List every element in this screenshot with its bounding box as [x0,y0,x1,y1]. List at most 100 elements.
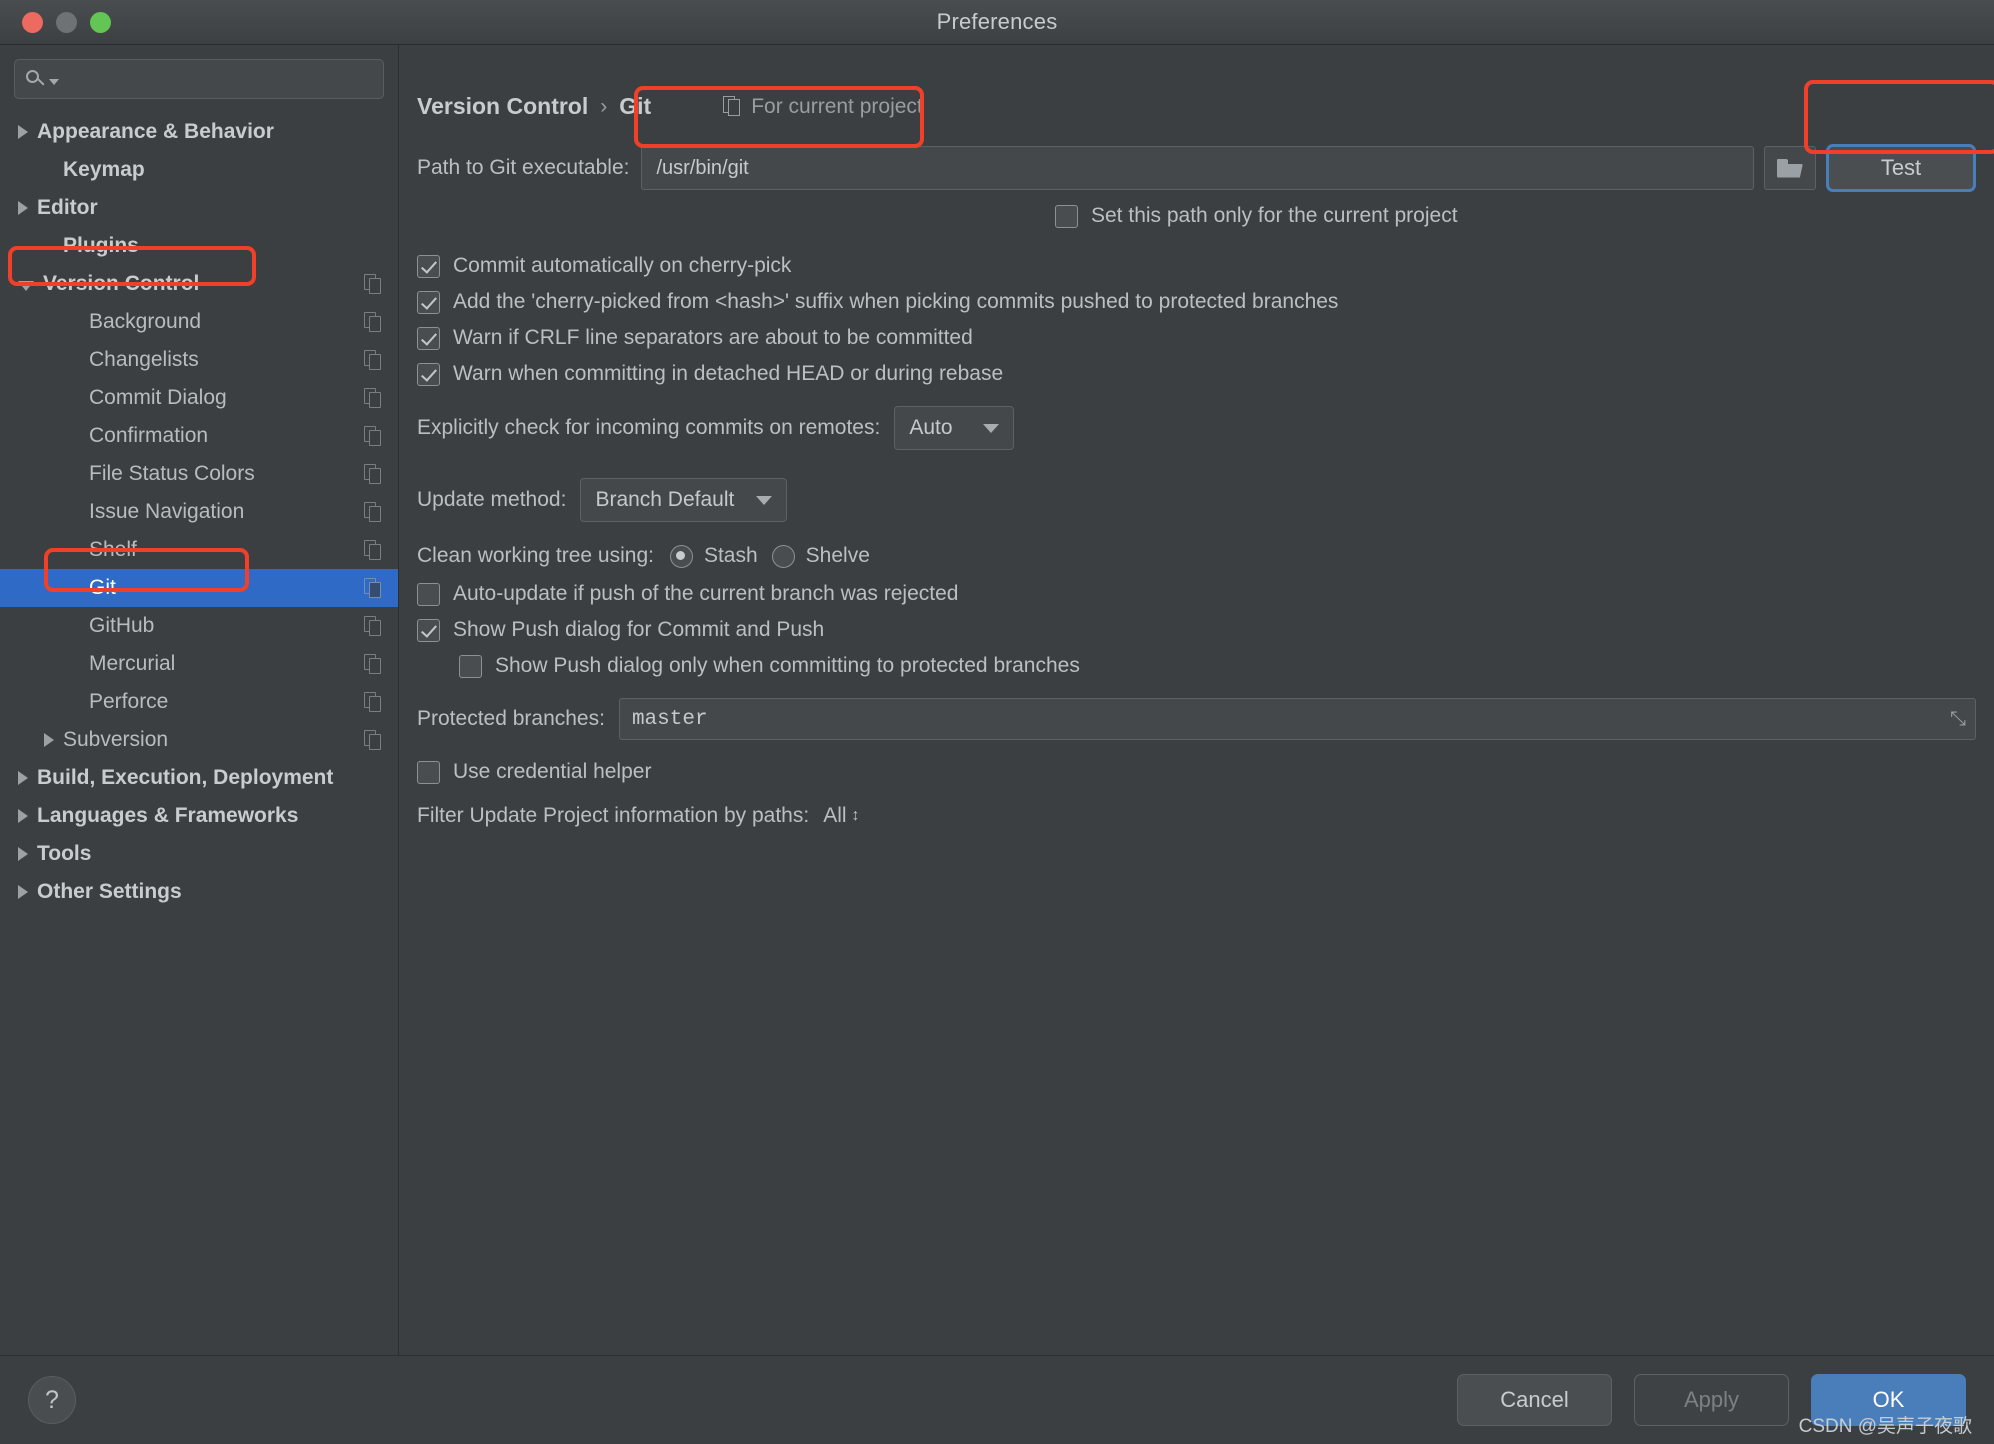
checkbox-indicator[interactable] [417,290,440,314]
cancel-button[interactable]: Cancel [1457,1374,1612,1426]
sidebar-item-appearance-behavior[interactable]: Appearance & Behavior [0,113,398,151]
chevron-right-icon[interactable] [18,201,28,215]
checkbox-indicator[interactable] [417,618,440,642]
sidebar-item-languages-frameworks[interactable]: Languages & Frameworks [0,797,398,835]
chevron-down-icon[interactable] [49,79,59,85]
sidebar-item-label: Plugins [63,234,139,257]
chevron-right-icon[interactable] [18,809,28,823]
copy-settings-icon[interactable] [364,388,382,408]
copy-settings-icon[interactable] [364,464,382,484]
checkbox-label: Show Push dialog only when committing to… [495,654,1080,677]
clean-tree-radio-stash[interactable]: Stash [669,544,772,568]
sidebar-item-label: Mercurial [89,652,176,675]
radio-shelve-label: Shelve [805,544,870,567]
sidebar-item-file-status-colors[interactable]: File Status Colors [0,455,398,493]
checkbox-indicator[interactable] [417,582,440,606]
git-option-row[interactable]: Warn if CRLF line separators are about t… [399,326,1994,350]
breadcrumb-leaf: Git [619,93,652,119]
copy-settings-icon[interactable] [364,730,382,750]
sidebar-item-label: Languages & Frameworks [37,804,299,827]
sidebar-item-build-execution-deployment[interactable]: Build, Execution, Deployment [0,759,398,797]
checkbox-indicator[interactable] [417,254,440,278]
sidebar-item-other-settings[interactable]: Other Settings [0,873,398,911]
dialog-footer: ? Cancel Apply OK CSDN @吴声子夜歌 [0,1355,1994,1444]
git-option-row[interactable]: Commit automatically on cherry-pick [399,254,1994,278]
copy-settings-icon[interactable] [364,692,382,712]
search-input[interactable] [59,68,373,90]
checkbox-indicator[interactable] [417,326,440,350]
clean-tree-radio-shelve[interactable]: Shelve [771,544,884,568]
protected-branches-input[interactable] [618,698,1976,740]
sidebar-item-keymap[interactable]: Keymap [0,151,398,189]
checkbox-indicator[interactable] [459,654,482,678]
test-button[interactable]: Test [1826,144,1976,192]
sidebar-item-commit-dialog[interactable]: Commit Dialog [0,379,398,417]
expand-icon[interactable]: ⤡ [1950,708,1966,731]
sidebar-item-editor[interactable]: Editor [0,189,398,227]
incoming-commits-select[interactable]: Auto [894,406,1015,450]
copy-settings-icon[interactable] [364,616,382,636]
window-body: Appearance & Behavior Keymap Editor Plugins… [0,45,1994,1355]
search-box[interactable] [14,59,384,99]
git-option-row[interactable]: Add the 'cherry-picked from <hash>' suff… [399,290,1994,314]
breadcrumb-root[interactable]: Version Control [417,93,588,120]
chevron-right-icon[interactable] [18,847,28,861]
browse-button[interactable] [1764,146,1816,190]
sidebar-item-confirmation[interactable]: Confirmation [0,417,398,455]
update-method-row: Update method: Branch Default [399,478,1994,522]
clean-tree-label: Clean working tree using: [417,544,654,567]
set-path-checkbox[interactable] [1055,204,1078,228]
sidebar-item-github[interactable]: GitHub [0,607,398,645]
credential-helper-checkbox[interactable] [417,760,440,784]
sidebar-item-shelf[interactable]: Shelf [0,531,398,569]
stepper-icon[interactable]: ↕ [852,807,860,825]
chevron-right-icon[interactable] [18,771,28,785]
copy-settings-icon[interactable] [364,578,382,598]
watermark: CSDN @吴声子夜歌 [1798,1416,1972,1437]
sidebar-item-plugins[interactable]: Plugins [0,227,398,265]
sidebar-item-label: Subversion [63,728,169,751]
git-options-checkboxes: Commit automatically on cherry-pick Add t… [399,254,1994,386]
update-method-select[interactable]: Branch Default [580,478,788,522]
git-executable-label: Path to Git executable: [417,156,630,179]
sidebar-item-changelists[interactable]: Changelists [0,341,398,379]
copy-settings-icon[interactable] [364,312,382,332]
sidebar-item-version-control[interactable]: Version Control [0,265,398,303]
sidebar-item-label: Changelists [89,348,199,371]
sidebar-item-subversion[interactable]: Subversion [0,721,398,759]
scope-indicator: For current project [723,95,923,119]
sidebar-item-mercurial[interactable]: Mercurial [0,645,398,683]
copy-settings-icon[interactable] [364,654,382,674]
settings-tree: Appearance & Behavior Keymap Editor Plugins… [0,109,398,1355]
copy-settings-icon[interactable] [364,540,382,560]
sidebar-item-tools[interactable]: Tools [0,835,398,873]
filter-paths-value[interactable]: All [823,804,846,828]
copy-settings-icon[interactable] [364,502,382,522]
chevron-right-icon[interactable] [18,885,28,899]
apply-button[interactable]: Apply [1634,1374,1789,1426]
chevron-down-icon[interactable] [18,281,34,291]
checkbox-indicator[interactable] [417,362,440,386]
push-option-row[interactable]: Show Push dialog only when committing to… [399,654,1994,678]
sidebar-item-issue-navigation[interactable]: Issue Navigation [0,493,398,531]
sidebar-item-label: Appearance & Behavior [37,120,274,143]
git-executable-row: Path to Git executable: Test [399,144,1994,192]
push-option-row[interactable]: Show Push dialog for Commit and Push [399,618,1994,642]
copy-settings-icon[interactable] [364,426,382,446]
copy-settings-icon[interactable] [364,274,382,294]
git-option-row[interactable]: Warn when committing in detached HEAD or… [399,362,1994,386]
sidebar-item-label: Confirmation [89,424,209,447]
chevron-right-icon[interactable] [18,125,28,139]
git-executable-input[interactable] [641,146,1754,190]
breadcrumb-separator: › [600,94,608,118]
push-option-row[interactable]: Auto-update if push of the current branc… [399,582,1994,606]
copy-settings-icon[interactable] [364,350,382,370]
update-method-value: Branch Default [595,488,735,511]
sidebar-item-git[interactable]: Git [0,569,398,607]
chevron-right-icon[interactable] [44,733,54,747]
sidebar-item-background[interactable]: Background [0,303,398,341]
search-container [0,45,398,109]
git-settings-panel: Version Control › Git For current projec… [399,45,1994,1355]
help-button[interactable]: ? [28,1376,76,1424]
sidebar-item-perforce[interactable]: Perforce [0,683,398,721]
